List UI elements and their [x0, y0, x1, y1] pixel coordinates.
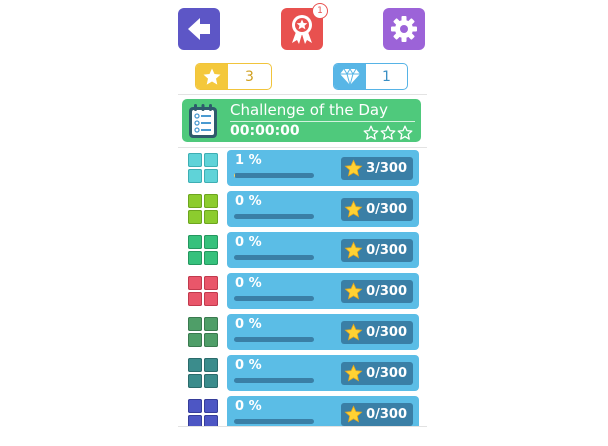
level-progress-card[interactable]: 0 % 0/300 [227, 396, 419, 426]
level-progress-bar [234, 337, 314, 342]
star-icon [344, 241, 363, 259]
star-icon [344, 200, 363, 218]
level-score: 0/300 [366, 243, 407, 258]
level-percent: 0 % [235, 276, 262, 291]
level-progress-bar [234, 419, 314, 424]
level-score: 0/300 [366, 284, 407, 299]
challenge-title: Challenge of the Day [230, 101, 388, 119]
level-percent: 0 % [235, 194, 262, 209]
back-button[interactable] [178, 8, 220, 50]
level-grid-icon [188, 153, 218, 183]
challenge-divider [230, 121, 415, 122]
level-grid-icon [188, 358, 218, 388]
level-grid-icon [188, 276, 218, 306]
level-score: 0/300 [366, 325, 407, 340]
achievements-button[interactable]: 1 [281, 3, 328, 50]
level-row[interactable]: 0 % 0/300 [178, 355, 427, 391]
level-percent: 0 % [235, 358, 262, 373]
level-progress-bar [234, 378, 314, 383]
level-score: 3/300 [366, 161, 407, 176]
level-score-badge: 0/300 [341, 403, 413, 426]
level-row[interactable]: 0 % 0/300 [178, 273, 427, 309]
star-outline-icon [380, 125, 396, 140]
daily-challenge-card[interactable]: Challenge of the Day 00:00:00 [182, 99, 421, 142]
level-percent: 1 % [235, 153, 262, 168]
checklist-clipboard-icon [189, 104, 217, 138]
star-icon [203, 68, 221, 85]
level-score-badge: 0/300 [341, 321, 413, 344]
star-outline-icon [363, 125, 379, 140]
stars-count: 3 [245, 68, 254, 85]
settings-button[interactable] [383, 8, 425, 50]
level-progress-bar [234, 214, 314, 219]
level-score-badge: 0/300 [341, 362, 413, 385]
level-grid-icon [188, 399, 218, 426]
star-icon [344, 405, 363, 423]
notification-badge: 1 [312, 3, 328, 19]
star-icon [344, 282, 363, 300]
level-progress-card[interactable]: 0 % 0/300 [227, 314, 419, 350]
stars-counter: 3 [195, 63, 272, 90]
game-screen: 1 3 1 Challenge of the Day 00:00:00 1 % … [178, 0, 427, 427]
level-row[interactable]: 0 % 0/300 [178, 314, 427, 350]
level-progress-card[interactable]: 0 % 0/300 [227, 355, 419, 391]
gear-icon [391, 16, 417, 42]
gems-count: 1 [382, 68, 391, 85]
level-progress-bar [234, 296, 314, 301]
level-score: 0/300 [366, 407, 407, 422]
divider [178, 94, 427, 95]
star-icon [344, 159, 363, 177]
level-score: 0/300 [366, 202, 407, 217]
diamond-icon [340, 67, 360, 85]
challenge-stars [363, 125, 413, 141]
level-row[interactable]: 0 % 0/300 [178, 396, 427, 426]
level-row[interactable]: 1 % 3/300 [178, 150, 427, 186]
level-progress-card[interactable]: 0 % 0/300 [227, 191, 419, 227]
gems-counter: 1 [333, 63, 408, 90]
level-score-badge: 0/300 [341, 239, 413, 262]
level-progress-bar [234, 255, 314, 260]
level-score: 0/300 [366, 366, 407, 381]
star-outline-icon [397, 125, 413, 140]
level-row[interactable]: 0 % 0/300 [178, 191, 427, 227]
level-grid-icon [188, 235, 218, 265]
level-grid-icon [188, 194, 218, 224]
level-progress-fill [234, 173, 235, 178]
challenge-timer: 00:00:00 [230, 123, 300, 139]
level-percent: 0 % [235, 235, 262, 250]
star-icon [344, 323, 363, 341]
level-score-badge: 0/300 [341, 280, 413, 303]
divider [178, 147, 427, 148]
level-row[interactable]: 0 % 0/300 [178, 232, 427, 268]
level-grid-icon [188, 317, 218, 347]
level-progress-card[interactable]: 0 % 0/300 [227, 273, 419, 309]
level-score-badge: 0/300 [341, 198, 413, 221]
arrow-left-icon [188, 18, 210, 40]
level-progress-card[interactable]: 0 % 0/300 [227, 232, 419, 268]
level-percent: 0 % [235, 317, 262, 332]
level-score-badge: 3/300 [341, 157, 413, 180]
level-progress-card[interactable]: 1 % 3/300 [227, 150, 419, 186]
ribbon-award-icon [292, 15, 312, 44]
level-progress-bar [234, 173, 314, 178]
star-icon [344, 364, 363, 382]
level-percent: 0 % [235, 399, 262, 414]
